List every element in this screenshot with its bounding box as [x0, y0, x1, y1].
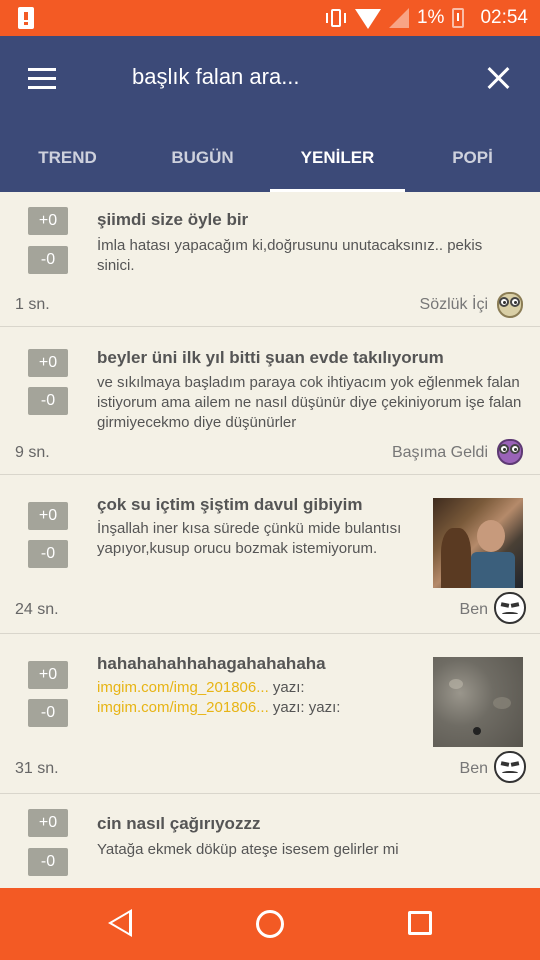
ground-photo-thumbnail[interactable] [433, 657, 523, 747]
photo-thumbnail[interactable] [433, 498, 523, 588]
battery-icon [452, 8, 465, 28]
post-item[interactable]: +0 -0 çok su içtim şiştim davul gibiyim … [0, 475, 540, 634]
tab-bugun[interactable]: BUGÜN [135, 136, 270, 192]
owl-beige-icon [494, 288, 526, 320]
post-title[interactable]: çok su içtim şiştim davul gibiyim [97, 495, 362, 515]
tab-yeniler[interactable]: YENİLER [270, 136, 405, 192]
post-item[interactable]: +0 -0 hahahahahhahagahahahaha imgim.com/… [0, 634, 540, 794]
search-input[interactable]: başlık falan ara... [132, 64, 300, 90]
post-title[interactable]: hahahahahhahagahahahaha [97, 654, 326, 674]
post-item[interactable]: +0 -0 şiimdi size öyle bir İmla hatası y… [0, 192, 540, 327]
post-item[interactable]: +0 -0 cin nasıl çağırıyozzz Yatağa ekmek… [0, 794, 540, 888]
post-body: İnşallah iner kısa sürede çünkü mide bul… [97, 520, 402, 557]
post-text: yazı: yazı: [268, 699, 341, 716]
post-title[interactable]: beyler üni ilk yıl bitti şuan evde takıl… [97, 348, 444, 368]
home-icon[interactable] [256, 910, 284, 938]
post-title[interactable]: cin nasıl çağırıyozzz [97, 814, 260, 834]
tab-bar: TREND BUGÜN YENİLER POPİ [0, 136, 540, 192]
tab-trend[interactable]: TREND [0, 136, 135, 192]
status-bar: 1% 02:54 [0, 0, 540, 36]
tab-popi[interactable]: POPİ [405, 136, 540, 192]
downvote-button[interactable]: -0 [28, 387, 68, 415]
post-body: imgim.com/img_201806... yazı: imgim.com/… [97, 678, 427, 718]
menu-icon[interactable] [28, 68, 56, 90]
post-text: yazı: [268, 679, 305, 696]
navigation-bar [0, 888, 540, 960]
app-bar: başlık falan ara... TREND BUGÜN YENİLER … [0, 36, 540, 192]
post-time: 31 sn. [15, 760, 59, 777]
owl-purple-icon [494, 435, 526, 467]
upvote-button[interactable]: +0 [28, 207, 68, 235]
recent-apps-icon[interactable] [408, 911, 432, 935]
post-body: ve sıkılmaya başladım paraya cok ihtiyac… [97, 374, 522, 431]
upvote-button[interactable]: +0 [28, 661, 68, 689]
post-body: İmla hatası yapacağım ki,doğrusunu unuta… [97, 237, 483, 274]
post-item[interactable]: +0 -0 beyler üni ilk yıl bitti şuan evde… [0, 327, 540, 475]
post-category[interactable]: Ben [460, 601, 488, 619]
post-time: 1 sn. [15, 296, 50, 313]
post-feed[interactable]: +0 -0 şiimdi size öyle bir İmla hatası y… [0, 192, 540, 888]
post-category[interactable]: Sözlük İçi [420, 296, 488, 314]
back-icon[interactable] [108, 909, 132, 937]
post-title[interactable]: şiimdi size öyle bir [97, 210, 248, 230]
signal-icon [388, 8, 409, 28]
battery-percent: 1% [416, 7, 445, 28]
upvote-button[interactable]: +0 [28, 502, 68, 530]
close-icon[interactable] [486, 66, 510, 90]
post-body: Yatağa ekmek döküp ateşe isesem gelirler… [97, 841, 399, 858]
upvote-button[interactable]: +0 [28, 349, 68, 377]
wifi-icon [354, 9, 381, 29]
clock: 02:54 [480, 7, 528, 28]
vibrate-icon [325, 7, 347, 29]
upvote-button[interactable]: +0 [28, 809, 68, 837]
post-category[interactable]: Ben [460, 760, 488, 778]
image-link[interactable]: imgim.com/img_201806... [97, 679, 269, 696]
mask-icon [494, 751, 526, 783]
post-time: 24 sn. [15, 601, 59, 618]
downvote-button[interactable]: -0 [28, 246, 68, 274]
mask-icon [494, 592, 526, 624]
post-time: 9 sn. [15, 444, 50, 461]
post-category[interactable]: Başıma Geldi [392, 444, 488, 462]
battery-warning-icon [18, 7, 34, 29]
downvote-button[interactable]: -0 [28, 540, 68, 568]
image-link[interactable]: imgim.com/img_201806... [97, 699, 269, 716]
downvote-button[interactable]: -0 [28, 848, 68, 876]
downvote-button[interactable]: -0 [28, 699, 68, 727]
